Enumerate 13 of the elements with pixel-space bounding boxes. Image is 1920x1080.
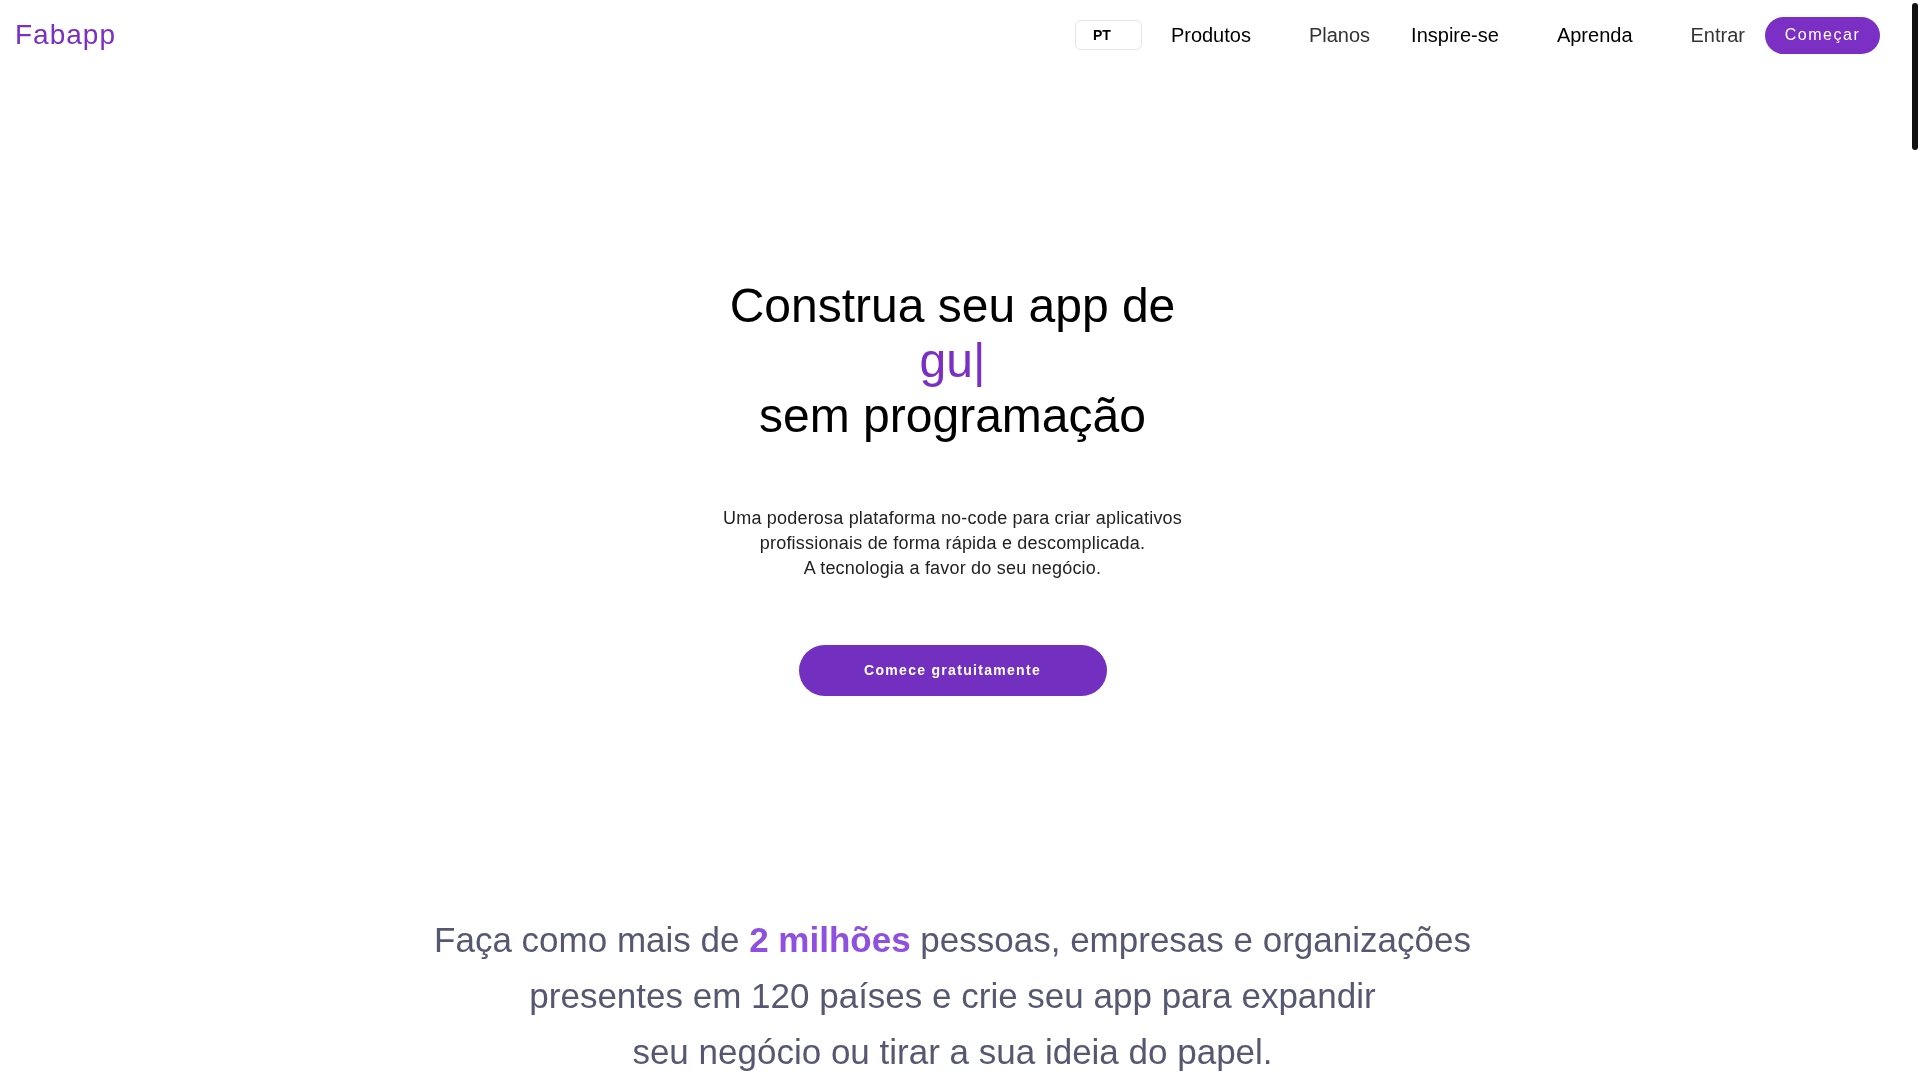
nav-link[interactable]: Produtos [1170,23,1268,47]
start-button[interactable]: Começar [1765,16,1880,54]
login-link[interactable]: Entrar [1690,23,1745,47]
logo[interactable]: Fabapp [15,19,116,51]
nav-link[interactable]: Planos [1308,23,1371,47]
hero-subtitle: Uma poderosa plataforma no-code para criar aplicativos profissionais de forma rápida e descomplicada. A tecnologia a favor do seu negócio. [723,507,1182,580]
start-free-button[interactable]: Comece gratuitamente [798,645,1107,696]
social-proof-text: Faça como mais de 2 milhões pessoas, empresas e organizações presentes em 120 países e crie seu app para expandir seu negócio ou tirar a sua ideia do papel. [434,919,1471,1073]
language-select[interactable]: PT [1074,20,1142,50]
nav-link[interactable]: Aprenda [1556,23,1650,47]
scrollbar-thumb[interactable] [1912,3,1918,150]
hero-heading: Construa seu app de gu| sem programação [729,278,1176,443]
nav-link[interactable]: Inspire-se [1411,23,1516,47]
